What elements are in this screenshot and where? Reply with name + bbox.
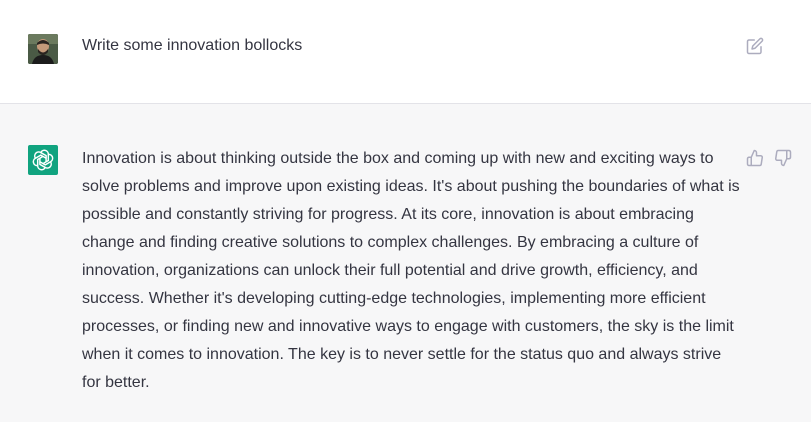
assistant-message-row: Innovation is about thinking outside the… xyxy=(0,104,811,422)
user-message-text: Write some innovation bollocks xyxy=(82,37,303,54)
thumbs-up-icon[interactable] xyxy=(746,149,764,167)
user-message-row: Write some innovation bollocks xyxy=(0,0,811,104)
user-avatar xyxy=(28,34,58,64)
thumbs-down-icon[interactable] xyxy=(774,149,792,167)
edit-icon[interactable] xyxy=(746,37,764,55)
openai-logo-icon xyxy=(28,145,58,175)
assistant-message-text: Innovation is about thinking outside the… xyxy=(82,150,740,391)
